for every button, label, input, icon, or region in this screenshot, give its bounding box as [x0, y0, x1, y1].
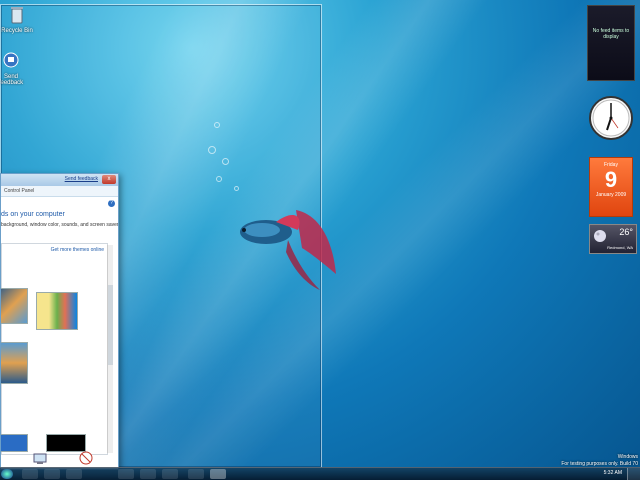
feed-message: No feed items to display [592, 28, 630, 40]
feed-headlines-gadget[interactable]: No feed items to display [587, 5, 635, 81]
close-button[interactable]: x [102, 175, 116, 184]
theme-thumbnail[interactable] [1, 288, 28, 324]
taskbar[interactable]: 5:32 AM [0, 467, 640, 480]
personalization-window[interactable]: Send feedback x Control Panel ? ds on yo… [0, 173, 119, 470]
taskbar-app-icon[interactable] [162, 469, 178, 479]
theme-list[interactable] [1, 243, 108, 455]
clock-gadget[interactable] [588, 90, 634, 146]
get-more-themes-link[interactable]: Get more themes online [51, 247, 104, 253]
scrollbar-thumb[interactable] [108, 285, 113, 365]
address-bar[interactable]: Control Panel [1, 186, 118, 197]
betta-fish-image [240, 210, 336, 290]
window-content: ? ds on your computer background, window… [1, 197, 118, 457]
start-button[interactable] [1, 469, 13, 479]
theme-thumbnail[interactable] [36, 292, 78, 330]
screen-saver-icon[interactable] [79, 451, 93, 465]
help-icon[interactable]: ? [108, 200, 115, 207]
taskbar-app-icon[interactable] [118, 469, 134, 479]
window-titlebar[interactable]: Send feedback x [1, 174, 118, 186]
send-feedback-link[interactable]: Send feedback [65, 176, 98, 182]
weather-location: Redmond, WA [607, 245, 633, 250]
breadcrumb: Control Panel [4, 188, 35, 194]
taskbar-ie-icon[interactable] [22, 469, 38, 479]
page-title: ds on your computer [1, 211, 65, 218]
taskbar-app-icon[interactable] [140, 469, 156, 479]
taskbar-control-panel-icon[interactable] [210, 469, 226, 479]
taskbar-app-icon[interactable] [188, 469, 204, 479]
weather-temperature: 26° [619, 227, 633, 237]
calendar-month: January 2009 [595, 192, 627, 198]
taskbar-clock[interactable]: 5:32 AM [604, 470, 622, 476]
build-watermark: Windows For testing purposes only. Build… [561, 454, 638, 468]
theme-thumbnail[interactable] [1, 342, 28, 384]
theme-thumbnail[interactable] [1, 434, 28, 452]
calendar-date: 9 [604, 167, 618, 192]
calendar-gadget[interactable]: Friday 9 January 2009 [589, 157, 633, 217]
desktop-background-icon[interactable] [33, 451, 47, 465]
weather-gadget[interactable]: 26° Redmond, WA [589, 224, 637, 254]
close-icon: x [107, 176, 111, 182]
theme-thumbnail[interactable] [46, 434, 86, 452]
page-subtitle: background, window color, sounds, and sc… [1, 222, 119, 228]
show-desktop-button[interactable] [627, 468, 640, 480]
scrollbar[interactable] [107, 245, 113, 453]
watermark-line1: Windows [617, 454, 638, 460]
taskbar-explorer-icon[interactable] [44, 469, 60, 479]
moon-icon [594, 230, 606, 242]
taskbar-media-icon[interactable] [66, 469, 82, 479]
